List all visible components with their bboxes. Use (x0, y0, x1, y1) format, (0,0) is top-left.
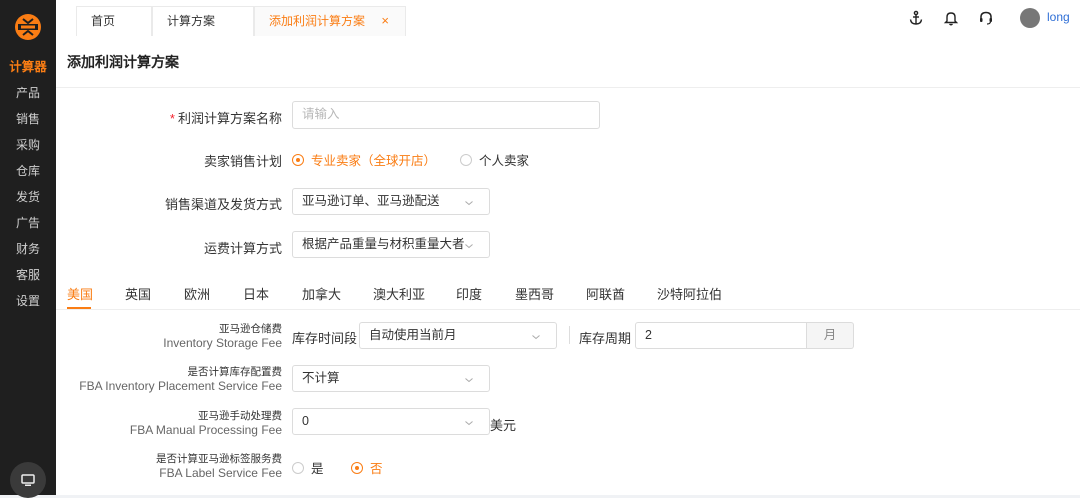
radio-label-fee-yes[interactable]: 是 (292, 458, 324, 477)
country-tab-sa[interactable]: 沙特阿拉伯 (657, 284, 722, 303)
radio-dot-checked (351, 461, 363, 474)
tab-home[interactable]: 首页 (76, 6, 152, 36)
storage-fee-label-cn: 亚马逊仓储费 (219, 323, 282, 335)
placement-fee-label-cn: 是否计算库存配置费 (187, 366, 283, 378)
radio-dot (292, 461, 304, 474)
sidebar-item-ads[interactable]: 广告 (0, 212, 56, 234)
tab-add-profit-plan-label: 添加利润计算方案 (269, 14, 366, 28)
manual-fee-unit: 美元 (490, 418, 517, 433)
radio-dot (460, 153, 472, 166)
storage-period-unit: 月 (807, 322, 854, 349)
required-mark: * (169, 111, 175, 126)
country-tab-ca[interactable]: 加拿大 (302, 284, 341, 303)
country-tab-us[interactable]: 美国 (67, 284, 93, 303)
freight-label: 运费计算方式 (203, 241, 282, 256)
username[interactable]: long (1047, 10, 1070, 24)
manual-fee-label: 亚马逊手动处理费 FBA Manual Processing Fee (130, 409, 282, 437)
field-separator (569, 326, 570, 344)
country-tab-uk[interactable]: 英国 (125, 284, 151, 303)
radio-label-fee-yes-label: 是 (311, 462, 324, 476)
radio-individual-seller[interactable]: 个人卖家 (460, 150, 529, 169)
manual-fee-select[interactable]: 0 (292, 408, 490, 435)
monitor-button[interactable] (10, 462, 46, 498)
storage-time-value: 自动使用当前月 (369, 328, 457, 342)
country-tab-mx[interactable]: 墨西哥 (515, 284, 554, 303)
sidebar-item-product[interactable]: 产品 (0, 82, 56, 104)
country-tab-au[interactable]: 澳大利亚 (373, 284, 425, 303)
tab-add-profit-plan[interactable]: 添加利润计算方案 × (254, 6, 406, 36)
placement-fee-label-en: FBA Inventory Placement Service Fee (79, 379, 282, 393)
page-title: 添加利润计算方案 (67, 54, 179, 70)
tab-calc-plans[interactable]: 计算方案 (152, 6, 254, 36)
channel-label: 销售渠道及发货方式 (164, 197, 282, 212)
app-logo-icon[interactable] (12, 11, 44, 43)
storage-period-label: 库存周期 (579, 331, 632, 346)
placement-fee-select[interactable]: 不计算 (292, 365, 490, 392)
sidebar-item-purchase[interactable]: 采购 (0, 134, 56, 156)
chevron-down-icon (465, 378, 473, 383)
manual-fee-label-cn: 亚马逊手动处理费 (198, 410, 282, 422)
bell-icon[interactable] (943, 10, 959, 26)
anchor-icon[interactable] (908, 10, 924, 26)
storage-period-input[interactable]: 2 (635, 322, 807, 349)
top-bar: 首页 计算方案 添加利润计算方案 × long (56, 0, 1080, 37)
country-tab-ae[interactable]: 阿联酋 (586, 284, 625, 303)
channel-select-value: 亚马逊订单、亚马逊配送 (302, 194, 440, 208)
radio-dot-checked (292, 153, 304, 166)
freight-select-value: 根据产品重量与材积重量大者 (302, 237, 465, 251)
sidebar: 计算器 产品 销售 采购 仓库 发货 广告 财务 客服 设置 (0, 0, 56, 498)
chevron-down-icon (532, 335, 540, 340)
tabs-divider (56, 309, 1080, 310)
sidebar-item-settings[interactable]: 设置 (0, 290, 56, 312)
tab-home-label: 首页 (91, 14, 116, 28)
sidebar-item-warehouse[interactable]: 仓库 (0, 160, 56, 182)
plan-name-label-text: 利润计算方案名称 (177, 111, 282, 126)
placement-fee-value: 不计算 (302, 371, 340, 385)
sidebar-item-shipping[interactable]: 发货 (0, 186, 56, 208)
label-fee-label: 是否计算亚马逊标签服务费 FBA Label Service Fee (156, 452, 282, 480)
title-divider (56, 87, 1080, 88)
sidebar-item-sales[interactable]: 销售 (0, 108, 56, 130)
chevron-down-icon (465, 244, 473, 249)
label-fee-label-en: FBA Label Service Fee (159, 466, 282, 480)
manual-fee-value: 0 (302, 414, 309, 428)
placement-fee-label: 是否计算库存配置费 FBA Inventory Placement Servic… (79, 365, 282, 393)
label-fee-label-cn: 是否计算亚马逊标签服务费 (156, 453, 282, 465)
country-tab-in[interactable]: 印度 (456, 284, 482, 303)
tab-calc-plans-label: 计算方案 (167, 14, 216, 28)
radio-professional-seller[interactable]: 专业卖家（全球开店） (292, 150, 436, 169)
storage-time-select[interactable]: 自动使用当前月 (359, 322, 557, 349)
avatar[interactable] (1020, 8, 1040, 28)
chevron-down-icon (465, 201, 473, 206)
freight-select[interactable]: 根据产品重量与材积重量大者 (292, 231, 490, 258)
seller-plan-label: 卖家销售计划 (203, 154, 282, 169)
storage-time-label: 库存时间段 (292, 331, 358, 346)
storage-fee-label-en: Inventory Storage Fee (163, 336, 282, 350)
plan-name-input[interactable]: 请输入 (292, 101, 600, 129)
radio-label-fee-no[interactable]: 否 (351, 458, 383, 477)
radio-individual-seller-label: 个人卖家 (479, 154, 530, 168)
sidebar-item-service[interactable]: 客服 (0, 264, 56, 286)
country-tab-jp[interactable]: 日本 (243, 284, 269, 303)
plan-name-label: * 利润计算方案名称 (170, 108, 282, 127)
sidebar-item-finance[interactable]: 财务 (0, 238, 56, 260)
close-icon[interactable]: × (381, 7, 389, 35)
sidebar-item-calculator[interactable]: 计算器 (0, 56, 56, 78)
radio-label-fee-no-label: 否 (370, 462, 383, 476)
headset-icon[interactable] (978, 10, 994, 26)
monitor-icon (21, 474, 35, 486)
radio-professional-seller-label: 专业卖家（全球开店） (311, 154, 437, 168)
storage-fee-label: 亚马逊仓储费 Inventory Storage Fee (163, 322, 282, 350)
manual-fee-label-en: FBA Manual Processing Fee (129, 423, 282, 437)
country-tab-eu[interactable]: 欧洲 (184, 284, 210, 303)
channel-select[interactable]: 亚马逊订单、亚马逊配送 (292, 188, 490, 215)
chevron-down-icon (465, 421, 473, 426)
main-content: 添加利润计算方案 * 利润计算方案名称 请输入 卖家销售计划 专业卖家（全球开店）… (56, 36, 1080, 495)
